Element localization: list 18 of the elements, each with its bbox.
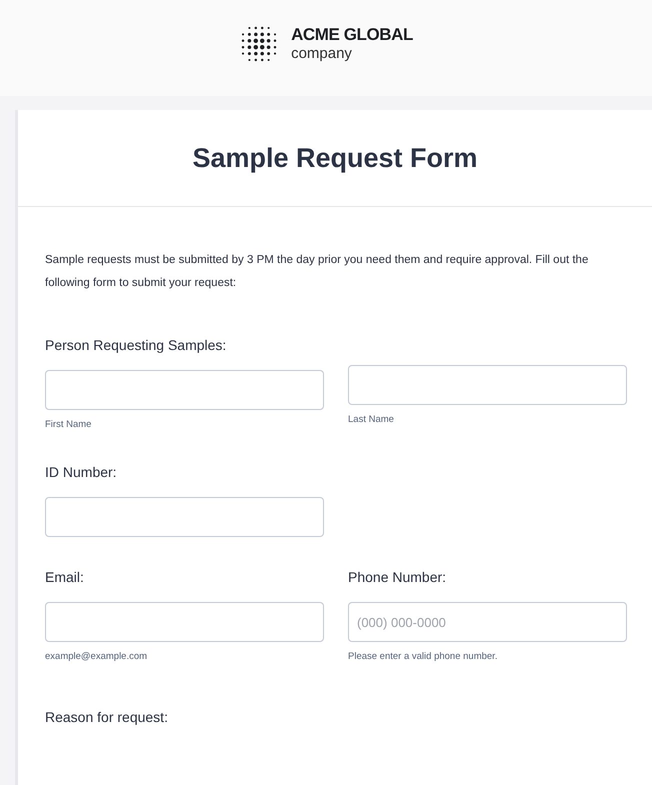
- field-label: Phone Number:: [348, 568, 448, 588]
- field-hint: example@example.com: [45, 650, 148, 664]
- field-hint: First Name: [45, 418, 92, 432]
- input-field[interactable]: [45, 602, 324, 642]
- field-label: Person Requesting Samples:: [45, 336, 228, 355]
- field-hint: Last Name: [348, 413, 395, 427]
- field-hint: Please enter a valid phone number.: [348, 650, 498, 664]
- field-label: ID Number:: [45, 463, 118, 482]
- input-field[interactable]: [45, 370, 324, 410]
- logo-subtitle: company: [291, 45, 353, 64]
- form-title: Sample Request Form: [192, 142, 478, 175]
- logo-title: ACME GLOBAL: [291, 24, 413, 46]
- field-label: Reason for request:: [45, 708, 169, 727]
- input-field[interactable]: [348, 365, 627, 405]
- intro-text: Sample requests must be submitted by 3 PM the day prior you need them and require approval. Fill out the following form to submit your request:: [44, 253, 590, 291]
- field-label: Email:: [45, 568, 85, 588]
- input-field[interactable]: [45, 497, 324, 538]
- input-field[interactable]: (000) 000-0000: [348, 602, 627, 642]
